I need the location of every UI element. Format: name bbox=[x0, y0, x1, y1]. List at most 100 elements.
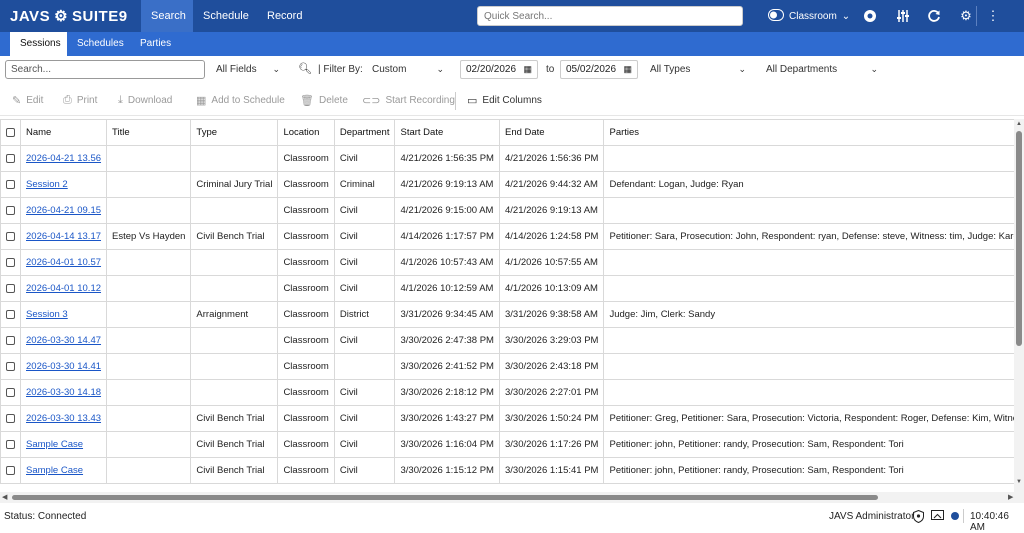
session-name-link[interactable]: 2026-04-21 13.56 bbox=[26, 153, 101, 164]
cell-start: 4/21/2026 1:56:35 PM bbox=[394, 145, 500, 172]
scroll-right-arrow-icon[interactable]: ▶ bbox=[1008, 493, 1013, 501]
session-name-link[interactable]: 2026-04-01 10.57 bbox=[26, 257, 101, 268]
current-user[interactable]: JAVS Administrator bbox=[829, 511, 914, 522]
start-recording-button[interactable]: ⊂⊃ Start Recording bbox=[362, 94, 455, 107]
delete-button[interactable]: 🗑︎ Delete bbox=[300, 94, 348, 107]
vertical-scrollbar[interactable]: ▲ ▼ bbox=[1014, 119, 1024, 492]
table-row[interactable]: Sample Case Civil Bench Trial Classroom Civ… bbox=[0, 431, 1014, 458]
row-checkbox[interactable] bbox=[0, 431, 21, 458]
print-button[interactable]: ⎙ Print bbox=[63, 94, 97, 107]
row-checkbox[interactable] bbox=[0, 379, 21, 406]
shield-icon[interactable] bbox=[911, 509, 925, 523]
edit-columns-button[interactable]: ▭ Edit Columns bbox=[467, 94, 542, 107]
cell-name: Session 3 bbox=[19, 301, 108, 328]
row-checkbox[interactable] bbox=[0, 145, 21, 172]
column-header-parties[interactable]: Parties bbox=[603, 119, 1014, 146]
row-checkbox[interactable] bbox=[0, 249, 21, 276]
add-to-schedule-button[interactable]: ▦ Add to Schedule bbox=[196, 94, 285, 107]
cell-title bbox=[106, 431, 192, 458]
row-checkbox[interactable] bbox=[0, 171, 21, 198]
search-icon[interactable]: 🔍︎ bbox=[298, 62, 312, 75]
session-name-link[interactable]: 2026-03-30 14.18 bbox=[26, 387, 101, 398]
select-all-checkbox[interactable] bbox=[0, 119, 21, 146]
column-header-department[interactable]: Department bbox=[333, 119, 396, 146]
date-to-field[interactable]: 05/02/2026 ▦ bbox=[560, 60, 638, 79]
calendar-icon[interactable]: ▦ bbox=[523, 64, 532, 75]
cell-department bbox=[333, 353, 396, 380]
vertical-scroll-thumb[interactable] bbox=[1016, 131, 1022, 346]
chevron-down-icon: ⌄ bbox=[738, 64, 746, 74]
field-scope-dropdown[interactable]: All Fields ⌄ bbox=[212, 60, 284, 79]
session-name-link[interactable]: Session 2 bbox=[26, 179, 68, 190]
nav-tab-schedule[interactable]: Schedule bbox=[193, 0, 257, 32]
table-row[interactable]: 2026-03-30 14.18 Classroom Civil 3/30/2026 … bbox=[0, 379, 1014, 406]
column-header-type[interactable]: Type bbox=[190, 119, 279, 146]
session-name-link[interactable]: 2026-03-30 14.41 bbox=[26, 361, 101, 372]
table-row[interactable]: 2026-03-30 13.43 Civil Bench Trial Classro… bbox=[0, 405, 1014, 432]
row-checkbox[interactable] bbox=[0, 301, 21, 328]
session-name-link[interactable]: 2026-04-01 10.12 bbox=[26, 283, 101, 294]
scroll-down-arrow-icon[interactable]: ▼ bbox=[1016, 479, 1022, 485]
session-name-link[interactable]: Sample Case bbox=[26, 465, 83, 476]
nav-tab-search[interactable]: Search bbox=[141, 0, 193, 32]
horizontal-scrollbar[interactable]: ◀ ▶ bbox=[0, 492, 1024, 503]
cell-location: Classroom bbox=[277, 405, 335, 432]
column-header-end-date[interactable]: End Date bbox=[498, 119, 605, 146]
download-button[interactable]: ⤓ Download bbox=[118, 94, 172, 107]
column-header-start-date[interactable]: Start Date bbox=[394, 119, 500, 146]
scroll-left-arrow-icon[interactable]: ◀ bbox=[2, 493, 7, 501]
horizontal-scroll-thumb[interactable] bbox=[12, 495, 878, 500]
room-selector[interactable]: Classroom ⌄ bbox=[768, 6, 850, 26]
clock-time: 10:40:46 AM bbox=[970, 511, 1009, 533]
session-name-link[interactable]: 2026-03-30 13.43 bbox=[26, 413, 101, 424]
table-row[interactable]: 2026-04-21 13.56 Classroom Civil 4/21/2026 … bbox=[0, 145, 1014, 172]
mixer-sliders-icon[interactable] bbox=[895, 8, 911, 24]
search-input[interactable] bbox=[5, 60, 205, 79]
tab-schedules[interactable]: Schedules bbox=[67, 32, 134, 56]
nav-tab-record[interactable]: Record bbox=[257, 0, 311, 32]
more-menu-icon[interactable]: ⋮ bbox=[985, 8, 1001, 24]
session-name-link[interactable]: 2026-03-30 14.47 bbox=[26, 335, 101, 346]
calendar-icon[interactable]: ▦ bbox=[623, 64, 632, 75]
table-row[interactable]: 2026-03-30 14.41 Classroom 3/30/2026 2:41:… bbox=[0, 353, 1014, 380]
cell-department: Civil bbox=[333, 327, 396, 354]
types-dropdown[interactable]: All Types ⌄ bbox=[646, 60, 750, 79]
date-from-field[interactable]: 02/20/2026 ▦ bbox=[460, 60, 538, 79]
table-row[interactable]: 2026-03-30 14.47 Classroom Civil 3/30/2026 … bbox=[0, 327, 1014, 354]
table-row[interactable]: Session 2 Criminal Jury Trial Classroom Cri… bbox=[0, 171, 1014, 198]
settings-gear-icon[interactable]: ⚙ bbox=[958, 8, 974, 24]
column-header-name[interactable]: Name bbox=[19, 119, 108, 146]
table-row[interactable]: 2026-04-01 10.57 Classroom Civil 4/1/2026 1… bbox=[0, 249, 1014, 276]
table-row[interactable]: 2026-04-14 13.17 Estep Vs Hayden Civil Ben… bbox=[0, 223, 1014, 250]
row-checkbox[interactable] bbox=[0, 405, 21, 432]
cell-title bbox=[106, 405, 192, 432]
row-checkbox[interactable] bbox=[0, 275, 21, 302]
filter-mode-dropdown[interactable]: Custom ⌄ bbox=[368, 60, 448, 79]
row-checkbox[interactable] bbox=[0, 457, 21, 484]
record-status-icon[interactable] bbox=[862, 8, 878, 24]
edit-button[interactable]: ✎ Edit bbox=[12, 94, 43, 107]
row-checkbox[interactable] bbox=[0, 223, 21, 250]
column-header-location[interactable]: Location bbox=[277, 119, 335, 146]
refresh-sync-icon[interactable] bbox=[926, 8, 942, 24]
cell-type bbox=[190, 275, 279, 302]
tab-sessions[interactable]: Sessions bbox=[10, 32, 67, 56]
column-header-title[interactable]: Title bbox=[106, 119, 192, 146]
session-name-link[interactable]: Sample Case bbox=[26, 439, 83, 450]
quick-search-input[interactable] bbox=[477, 6, 743, 26]
table-row[interactable]: Session 3 Arraignment Classroom District 3/3… bbox=[0, 301, 1014, 328]
table-row[interactable]: 2026-04-01 10.12 Classroom Civil 4/1/2026 1… bbox=[0, 275, 1014, 302]
scroll-up-arrow-icon[interactable]: ▲ bbox=[1016, 121, 1022, 127]
row-checkbox[interactable] bbox=[0, 197, 21, 224]
table-row[interactable]: Sample Case Civil Bench Trial Classroom Civ… bbox=[0, 457, 1014, 484]
session-name-link[interactable]: 2026-04-14 13.17 bbox=[26, 231, 101, 242]
row-checkbox[interactable] bbox=[0, 327, 21, 354]
table-row[interactable]: 2026-04-21 09.15 Classroom Civil 4/21/2026 … bbox=[0, 197, 1014, 224]
cast-screen-icon[interactable] bbox=[930, 509, 944, 523]
tab-parties[interactable]: Parties bbox=[130, 32, 181, 56]
cell-location: Classroom bbox=[277, 431, 335, 458]
session-name-link[interactable]: 2026-04-21 09.15 bbox=[26, 205, 101, 216]
departments-dropdown[interactable]: All Departments ⌄ bbox=[762, 60, 882, 79]
row-checkbox[interactable] bbox=[0, 353, 21, 380]
session-name-link[interactable]: Session 3 bbox=[26, 309, 68, 320]
